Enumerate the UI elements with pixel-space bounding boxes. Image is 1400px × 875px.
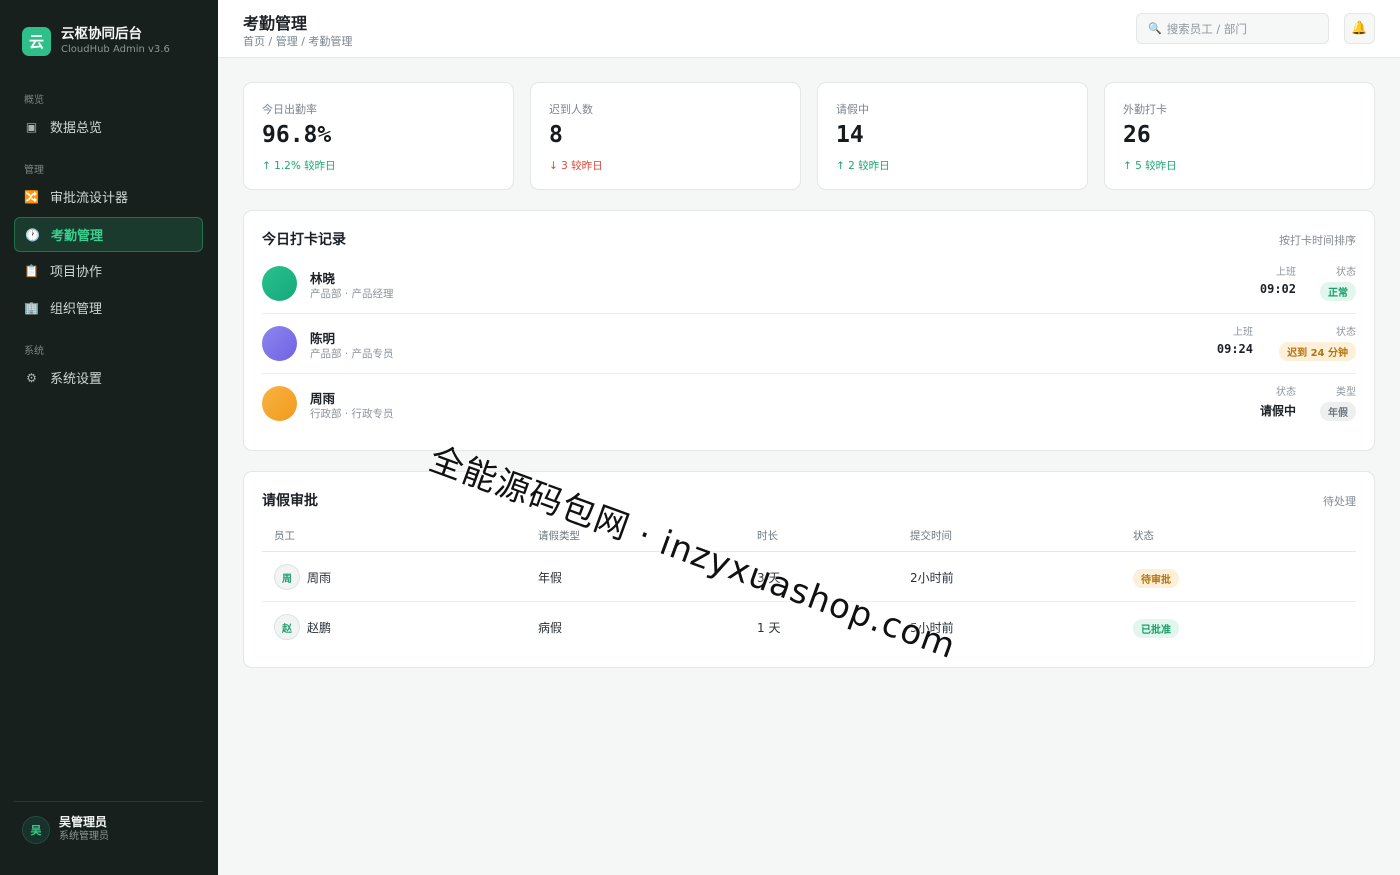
- stat-delta: ↓ 3 较昨日: [549, 160, 603, 172]
- leave-type: 病假: [538, 621, 563, 635]
- stat-delta: ↑ 2 较昨日: [836, 160, 890, 172]
- column-header-submitted: 提交时间: [910, 530, 952, 542]
- employee-dept: 产品部 · 产品专员: [310, 348, 394, 360]
- submitted-time: 2小时前: [910, 571, 954, 585]
- employee-name: 林晓: [310, 271, 336, 286]
- avatar: [262, 326, 297, 361]
- employee-name: 周雨: [310, 391, 336, 406]
- sidebar-item-organization[interactable]: 🏢 组织管理: [14, 290, 203, 325]
- bell-icon: 🔔: [1351, 21, 1368, 36]
- pending-filter[interactable]: 待处理: [1323, 493, 1356, 509]
- sidebar-item-label: 组织管理: [50, 302, 103, 317]
- panel-title: 请假审批: [262, 493, 318, 509]
- avatar: 赵: [274, 614, 300, 640]
- status-badge: 正常: [1320, 282, 1356, 301]
- column-label: 状态: [1336, 267, 1356, 278]
- column-label: 类型: [1336, 387, 1356, 398]
- stat-value: 14: [836, 122, 864, 148]
- column-label: 状态: [1336, 327, 1356, 338]
- leave-type: 年假: [538, 571, 563, 585]
- notification-button[interactable]: 🔔: [1344, 13, 1375, 44]
- brand[interactable]: 云 云枢协同后台 CloudHub Admin v3.6: [22, 26, 170, 57]
- sidebar-item-label: 考勤管理: [51, 229, 104, 244]
- employee-name: 周雨: [307, 571, 332, 585]
- employee-dept: 行政部 · 行政专员: [310, 408, 394, 420]
- nav-section-system: 系统: [24, 346, 44, 357]
- search-icon: 🔍: [1148, 22, 1162, 35]
- stat-card-field-checkin: 外勤打卡 26 ↑ 5 较昨日: [1104, 82, 1375, 190]
- column-label: 状态: [1276, 387, 1296, 398]
- status-badge: 已批准: [1133, 619, 1179, 638]
- sidebar-divider: [14, 801, 203, 802]
- sidebar-item-label: 系统设置: [50, 372, 103, 387]
- list-item[interactable]: 周雨 行政部 · 行政专员 状态 请假中 类型 年假: [262, 374, 1356, 434]
- sidebar: 云 云枢协同后台 CloudHub Admin v3.6 概览 ▣ 数据总览 管…: [0, 0, 218, 875]
- building-icon: 🏢: [24, 300, 39, 315]
- stat-delta: ↑ 1.2% 较昨日: [262, 160, 336, 172]
- sidebar-item-projects[interactable]: 📋 项目协作: [14, 253, 203, 288]
- current-user[interactable]: 吴 吴管理员 系统管理员: [22, 815, 109, 844]
- stat-card-on-leave: 请假中 14 ↑ 2 较昨日: [817, 82, 1088, 190]
- stat-card-late-count: 迟到人数 8 ↓ 3 较昨日: [530, 82, 801, 190]
- leave-type-badge: 年假: [1320, 402, 1356, 421]
- top-header: 考勤管理 首页 / 管理 / 考勤管理 🔍 搜索员工 / 部门 🔔: [218, 0, 1400, 58]
- avatar: [262, 266, 297, 301]
- avatar: 周: [274, 564, 300, 590]
- stat-card-attendance-rate: 今日出勤率 96.8% ↑ 1.2% 较昨日: [243, 82, 514, 190]
- sidebar-item-workflow[interactable]: 🔀 审批流设计器: [14, 179, 203, 214]
- sidebar-item-label: 数据总览: [50, 121, 103, 136]
- sidebar-item-dashboard[interactable]: ▣ 数据总览: [14, 109, 203, 144]
- column-header-employee: 员工: [274, 530, 295, 542]
- search-placeholder: 搜索员工 / 部门: [1166, 21, 1247, 36]
- employee-name: 陈明: [310, 331, 336, 346]
- nav-section-overview: 概览: [24, 95, 44, 106]
- list-item[interactable]: 林晓 产品部 · 产品经理 上班 09:02 状态 正常: [262, 254, 1356, 314]
- stat-label: 迟到人数: [549, 103, 593, 116]
- brand-name: 云枢协同后台: [61, 26, 142, 42]
- stat-value: 26: [1123, 122, 1151, 148]
- workflow-icon: 🔀: [24, 189, 39, 204]
- stat-value: 8: [549, 122, 563, 148]
- brand-logo: 云: [22, 27, 51, 56]
- clipboard-icon: 📋: [24, 263, 39, 278]
- column-header-duration: 时长: [757, 530, 778, 542]
- sort-toggle[interactable]: 按打卡时间排序: [1279, 232, 1356, 248]
- stat-label: 外勤打卡: [1123, 103, 1167, 116]
- sidebar-item-settings[interactable]: ⚙ 系统设置: [14, 360, 203, 395]
- clock-icon: 🕐: [25, 227, 40, 242]
- search-input[interactable]: 🔍 搜索员工 / 部门: [1136, 13, 1329, 44]
- employee-dept: 产品部 · 产品经理: [310, 288, 394, 300]
- user-role: 系统管理员: [59, 831, 109, 842]
- dashboard-icon: ▣: [25, 119, 38, 134]
- page-title: 考勤管理: [243, 14, 308, 33]
- column-label: 上班: [1233, 327, 1253, 338]
- nav-section-manage: 管理: [24, 165, 44, 176]
- employee-name: 赵鹏: [307, 621, 332, 635]
- list-item[interactable]: 陈明 产品部 · 产品专员 上班 09:24 状态 迟到 24 分钟: [262, 314, 1356, 374]
- avatar: [262, 386, 297, 421]
- status-badge: 迟到 24 分钟: [1279, 342, 1356, 361]
- column-label: 上班: [1276, 267, 1296, 278]
- sidebar-item-label: 项目协作: [50, 265, 103, 280]
- sidebar-item-attendance[interactable]: 🕐 考勤管理: [14, 217, 203, 252]
- leave-duration: 1 天: [757, 621, 781, 635]
- stat-delta: ↑ 5 较昨日: [1123, 160, 1177, 172]
- checkin-time: 09:24: [1216, 342, 1253, 356]
- column-header-status: 状态: [1133, 530, 1154, 542]
- sidebar-item-label: 审批流设计器: [50, 191, 129, 206]
- gear-icon: ⚙: [26, 370, 37, 385]
- user-name: 吴管理员: [59, 815, 108, 829]
- panel-title: 今日打卡记录: [262, 232, 346, 248]
- breadcrumb: 首页 / 管理 / 考勤管理: [243, 35, 353, 48]
- checkin-records-panel: 今日打卡记录 按打卡时间排序 林晓 产品部 · 产品经理 上班 09:02 状态…: [243, 210, 1375, 451]
- status-badge: 待审批: [1133, 569, 1179, 588]
- avatar: 吴: [22, 815, 50, 844]
- stat-label: 今日出勤率: [262, 103, 317, 116]
- leave-status: 请假中: [1259, 404, 1296, 418]
- brand-version: CloudHub Admin v3.6: [61, 44, 170, 55]
- stat-label: 请假中: [836, 103, 869, 116]
- checkin-time: 09:02: [1259, 282, 1296, 296]
- stat-value: 96.8%: [262, 122, 332, 148]
